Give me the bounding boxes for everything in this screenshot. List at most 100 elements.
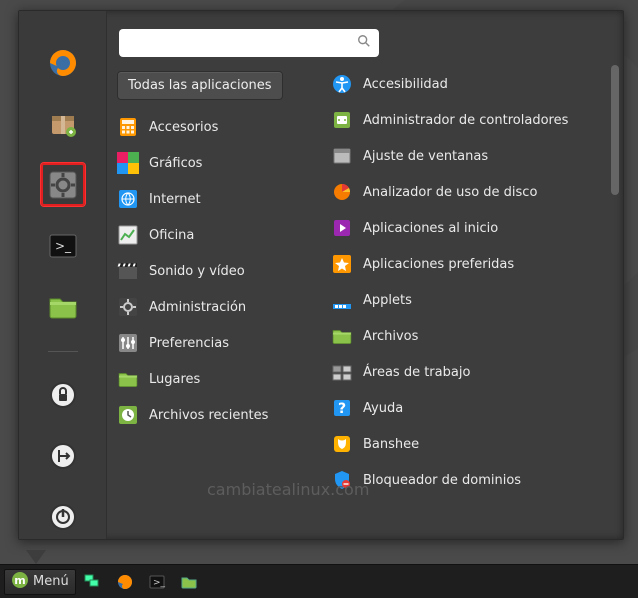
session-lock[interactable] — [41, 374, 85, 417]
app-label: Ajuste de ventanas — [363, 149, 488, 164]
app-apps-inicio[interactable]: Aplicaciones al inicio — [331, 215, 599, 241]
category-label: Oficina — [149, 228, 194, 243]
app-archivos[interactable]: Archivos — [331, 323, 599, 349]
startup-icon — [331, 217, 353, 239]
favorites-separator — [48, 351, 78, 352]
favorite-terminal[interactable]: >_ — [41, 224, 85, 267]
search-input[interactable] — [127, 36, 357, 51]
mint-logo-icon: m — [11, 571, 29, 593]
taskbar-show-desktop[interactable] — [78, 569, 108, 595]
watermark-text: cambiatealinux.com — [207, 480, 369, 499]
accessibility-icon — [331, 73, 353, 95]
app-label: Aplicaciones preferidas — [363, 257, 514, 272]
folder-icon — [117, 368, 139, 390]
lock-icon — [47, 379, 79, 411]
app-bloqueador-dominios[interactable]: Bloqueador de dominios — [331, 467, 599, 493]
app-areas-trabajo[interactable]: Áreas de trabajo — [331, 359, 599, 385]
category-preferencias[interactable]: Preferencias — [117, 330, 303, 356]
package-icon — [47, 108, 79, 140]
category-label: Internet — [149, 192, 201, 207]
category-label: Sonido y vídeo — [149, 264, 245, 279]
clapper-icon — [117, 260, 139, 282]
favorite-settings[interactable] — [41, 163, 85, 206]
logout-icon — [47, 440, 79, 472]
app-analizador-disco[interactable]: Analizador de uso de disco — [331, 179, 599, 205]
app-label: Administrador de controladores — [363, 113, 568, 128]
all-applications-button[interactable]: Todas las aplicaciones — [117, 71, 283, 100]
applications-column: Accesibilidad Administrador de controlado… — [331, 71, 611, 529]
folder-icon — [331, 325, 353, 347]
app-label: Applets — [363, 293, 412, 308]
firefox-icon — [47, 47, 79, 79]
category-recientes[interactable]: Archivos recientes — [117, 402, 303, 428]
search-icon — [357, 34, 371, 52]
category-accesorios[interactable]: Accesorios — [117, 114, 303, 140]
apps-scrollbar[interactable] — [611, 65, 619, 529]
favorite-files[interactable] — [41, 286, 85, 329]
app-label: Aplicaciones al inicio — [363, 221, 498, 236]
category-label: Gráficos — [149, 156, 202, 171]
taskbar-menu-label: Menú — [33, 574, 69, 589]
app-label: Áreas de trabajo — [363, 365, 470, 380]
clock-green-icon — [117, 404, 139, 426]
sliders-icon — [117, 332, 139, 354]
app-ayuda[interactable]: ? Ayuda — [331, 395, 599, 421]
category-graficos[interactable]: Gráficos — [117, 150, 303, 176]
gear-dark-icon — [117, 296, 139, 318]
category-label: Preferencias — [149, 336, 229, 351]
app-label: Archivos — [363, 329, 418, 344]
category-label: Archivos recientes — [149, 408, 268, 423]
applets-icon — [331, 289, 353, 311]
gear-icon — [47, 169, 79, 201]
app-applets[interactable]: Applets — [331, 287, 599, 313]
app-apps-preferidas[interactable]: Aplicaciones preferidas — [331, 251, 599, 277]
window-icon — [331, 145, 353, 167]
taskbar-files[interactable] — [174, 569, 204, 595]
favorites-column: >_ — [19, 11, 107, 539]
category-lugares[interactable]: Lugares — [117, 366, 303, 392]
category-label: Accesorios — [149, 120, 218, 135]
banshee-icon — [331, 433, 353, 455]
svg-text:?: ? — [338, 401, 346, 417]
panel-pointer — [26, 550, 46, 564]
star-icon — [331, 253, 353, 275]
terminal-icon: >_ — [47, 230, 79, 262]
search-box[interactable] — [119, 29, 379, 57]
app-label: Bloqueador de dominios — [363, 473, 521, 488]
menu-body: Todas las aplicaciones Accesorios Gráfico… — [107, 11, 623, 539]
power-icon — [47, 501, 79, 533]
taskbar: m Menú >_ — [0, 564, 638, 598]
app-ajuste-ventanas[interactable]: Ajuste de ventanas — [331, 143, 599, 169]
category-label: Lugares — [149, 372, 200, 387]
favorite-firefox[interactable] — [41, 41, 85, 84]
workspaces-icon — [331, 361, 353, 383]
app-label: Analizador de uso de disco — [363, 185, 537, 200]
svg-text:>_: >_ — [153, 578, 166, 588]
svg-text:>_: >_ — [55, 239, 72, 253]
app-accesibilidad[interactable]: Accesibilidad — [331, 71, 599, 97]
taskbar-terminal[interactable]: >_ — [142, 569, 172, 595]
app-admin-controladores[interactable]: Administrador de controladores — [331, 107, 599, 133]
palette-icon — [117, 152, 139, 174]
all-applications-label: Todas las aplicaciones — [128, 78, 272, 93]
svg-text:m: m — [14, 574, 25, 587]
session-shutdown[interactable] — [41, 496, 85, 539]
driver-icon — [331, 109, 353, 131]
session-logout[interactable] — [41, 435, 85, 478]
start-menu-panel: >_ Todas las aplicaciones Accesorios Gráf… — [18, 10, 624, 540]
scroll-thumb[interactable] — [611, 65, 619, 195]
app-label: Ayuda — [363, 401, 403, 416]
chart-icon — [117, 224, 139, 246]
taskbar-menu-button[interactable]: m Menú — [4, 569, 76, 595]
category-label: Administración — [149, 300, 246, 315]
category-administracion[interactable]: Administración — [117, 294, 303, 320]
category-oficina[interactable]: Oficina — [117, 222, 303, 248]
app-label: Banshee — [363, 437, 419, 452]
folder-icon — [47, 291, 79, 323]
category-sonido[interactable]: Sonido y vídeo — [117, 258, 303, 284]
category-internet[interactable]: Internet — [117, 186, 303, 212]
favorite-software[interactable] — [41, 102, 85, 145]
app-label: Accesibilidad — [363, 77, 448, 92]
app-banshee[interactable]: Banshee — [331, 431, 599, 457]
taskbar-firefox[interactable] — [110, 569, 140, 595]
